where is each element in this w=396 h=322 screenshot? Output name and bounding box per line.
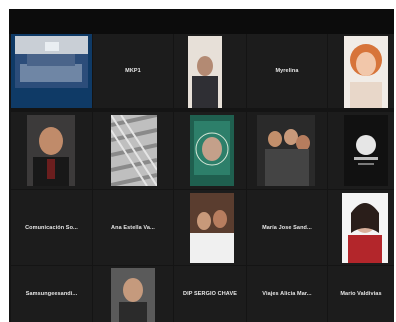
participant-video-pattern	[110, 113, 158, 187]
participant-tile[interactable]	[174, 34, 246, 108]
participant-name: María Jose Sand...	[262, 224, 312, 231]
participant-tile[interactable]: Samsungeesandi...	[11, 266, 92, 322]
participant-tile[interactable]: MKP1	[93, 34, 173, 108]
participant-tile[interactable]: DIP SERGIO CHAVE	[174, 266, 246, 322]
participant-video-man	[111, 268, 155, 322]
participant-name: Myrelina	[275, 68, 299, 74]
participant-video-conference-room	[15, 36, 88, 88]
participant-name: MKP1	[125, 68, 141, 74]
participant-tile[interactable]	[11, 112, 92, 189]
top-bar	[9, 9, 394, 34]
participant-tile[interactable]	[11, 34, 92, 108]
participant-tile[interactable]: María Jose Sand...	[247, 190, 327, 265]
participant-video-woman-orange-hair	[344, 36, 388, 108]
participant-video-man-suit	[27, 115, 75, 186]
participant-name: DIP SERGIO CHAVE	[183, 291, 237, 297]
participant-logo	[344, 115, 388, 186]
participant-tile[interactable]	[174, 112, 246, 189]
participant-tile[interactable]	[328, 190, 394, 265]
participant-tile[interactable]: Ana Estella Va...	[93, 190, 173, 265]
participant-name: Comunicación So...	[25, 224, 78, 231]
participant-tile[interactable]: Myrelina	[247, 34, 327, 108]
participant-name: Viajes Alicia Mar...	[262, 291, 312, 297]
participant-tile[interactable]	[328, 34, 394, 108]
participant-name: Ana Estella Va...	[111, 224, 155, 231]
participant-tile[interactable]	[93, 112, 173, 189]
participant-video-green-frame	[190, 115, 234, 186]
participant-tile[interactable]	[328, 112, 394, 189]
participant-tile[interactable]	[93, 266, 173, 322]
participant-tile[interactable]: Comunicación So...	[11, 190, 92, 265]
participant-tile[interactable]: Mario Valdivias	[328, 266, 394, 322]
participant-tile[interactable]	[174, 190, 246, 265]
participant-video-woman	[188, 36, 222, 108]
participant-name: Mario Valdivias	[340, 291, 382, 297]
participant-video-woman-red	[342, 193, 388, 263]
participant-name: Samsungeesandi...	[25, 291, 78, 297]
participant-tile[interactable]	[247, 112, 327, 189]
participant-tile[interactable]: Viajes Alicia Mar...	[247, 266, 327, 322]
participant-video-people	[190, 193, 234, 263]
video-conference-window: MKP1 Myrelina Comunicación So... Ana Est…	[9, 9, 394, 322]
participant-video-group	[257, 115, 315, 186]
